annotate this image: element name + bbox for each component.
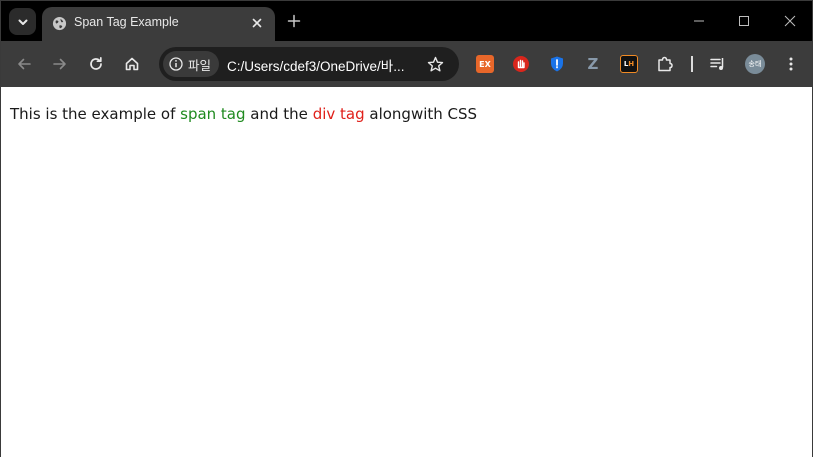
star-icon (427, 56, 443, 71)
more-vertical-icon (789, 57, 793, 71)
playlist-music-icon (710, 58, 724, 70)
chevron-down-icon (18, 19, 27, 25)
arrow-right-icon (53, 58, 66, 70)
minimize-icon (694, 20, 704, 22)
avatar-label: 송태 (748, 60, 762, 68)
div-tag-text: div tag (312, 105, 365, 123)
menu-button[interactable] (782, 55, 800, 73)
info-icon (169, 57, 183, 71)
shield-extension-icon[interactable] (548, 55, 566, 73)
example-sentence: This is the example of span tag and the … (10, 105, 477, 123)
tab-search-button[interactable] (9, 8, 36, 35)
tab-strip: Span Tag Example (1, 1, 812, 41)
globe-icon (52, 16, 67, 31)
profile-avatar[interactable]: 송태 (745, 54, 765, 74)
bookmark-button[interactable] (425, 54, 445, 74)
page-viewport: This is the example of span tag and the … (1, 87, 812, 457)
toolbar-divider (691, 56, 693, 72)
hand-extension-icon[interactable] (512, 55, 530, 73)
lh-extension-icon[interactable]: LH (620, 55, 638, 73)
forward-button[interactable] (48, 52, 72, 76)
tab-close-button[interactable] (249, 15, 265, 31)
reload-button[interactable] (84, 52, 108, 76)
close-window-button[interactable] (775, 9, 805, 33)
close-icon (784, 15, 796, 27)
browser-window: Span Tag Example 파일 C:/Users/cdef3/OneDr… (0, 0, 813, 457)
shield-icon (551, 56, 563, 72)
close-icon (252, 18, 262, 28)
home-icon (125, 57, 139, 71)
maximize-icon (739, 16, 749, 26)
span-tag-text: span tag (180, 105, 246, 123)
site-chip-label: 파일 (188, 57, 212, 73)
minimize-button[interactable] (684, 9, 714, 33)
maximize-button[interactable] (729, 9, 759, 33)
url-text[interactable]: C:/Users/cdef3/OneDrive/바... (227, 55, 404, 75)
sentence-part-3: alongwith CSS (364, 105, 478, 123)
tab-title: Span Tag Example (74, 15, 179, 29)
reload-icon (90, 56, 102, 70)
browser-toolbar: 파일 C:/Users/cdef3/OneDrive/바... EX Z LH (1, 41, 812, 87)
ex-extension-icon[interactable]: EX (476, 55, 494, 73)
new-tab-button[interactable] (284, 11, 304, 31)
sentence-part-2: and the (245, 105, 313, 123)
tab-active[interactable]: Span Tag Example (42, 7, 275, 41)
plus-icon (287, 14, 301, 28)
home-button[interactable] (120, 52, 144, 76)
back-button[interactable] (12, 52, 36, 76)
extensions-puzzle-icon (658, 56, 673, 72)
puzzle-icon[interactable] (656, 55, 674, 73)
arrow-left-icon (18, 58, 31, 70)
sentence-part-1: This is the example of (10, 105, 181, 123)
z-extension-icon[interactable]: Z (584, 55, 602, 73)
site-info-chip[interactable]: 파일 (163, 51, 219, 77)
media-controls-button[interactable] (709, 55, 727, 73)
address-bar[interactable]: 파일 C:/Users/cdef3/OneDrive/바... (159, 47, 459, 81)
stop-hand-icon (513, 56, 529, 72)
